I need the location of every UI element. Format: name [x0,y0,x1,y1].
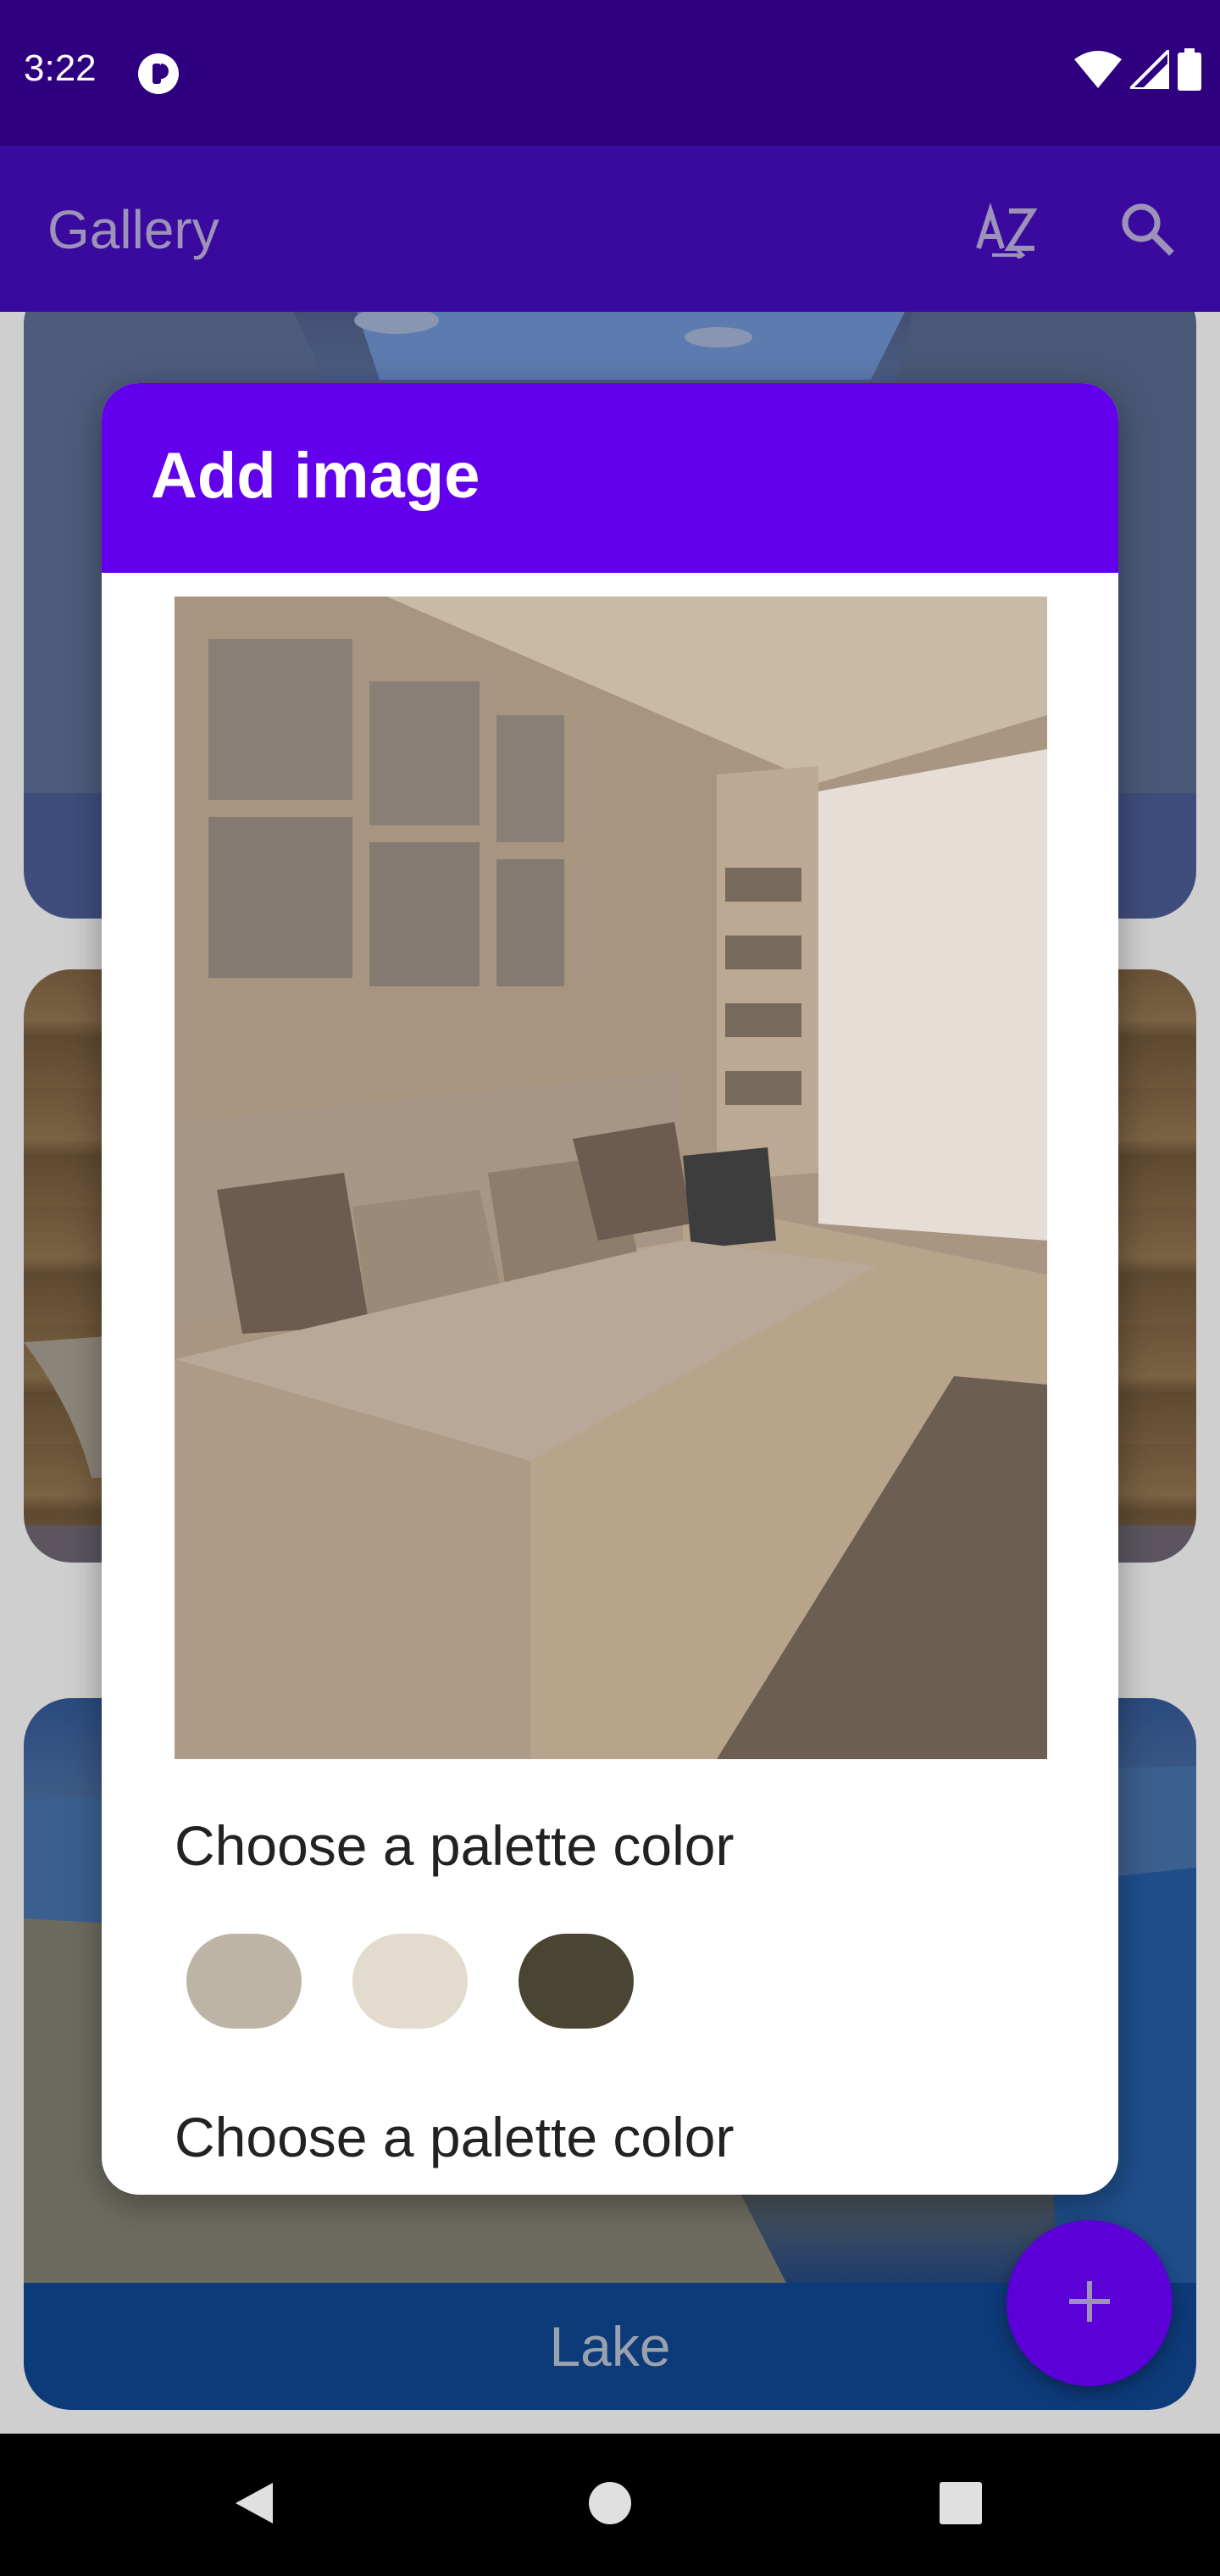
recents-button[interactable] [918,2462,1003,2547]
wifi-icon [1074,50,1122,92]
search-button[interactable] [1106,190,1188,271]
app-bar: Gallery [0,146,1220,312]
home-icon [586,2479,634,2531]
signal-icon [1126,45,1171,93]
status-time: 3:22 [24,47,97,89]
home-button[interactable] [568,2462,652,2547]
recents-icon [937,2479,984,2531]
system-nav-bar [0,2434,1220,2576]
dialog-header: Add image [102,383,1118,573]
palette-swatch[interactable] [518,1934,634,2029]
palette-swatches [186,1934,634,2029]
add-image-dialog: Add image Choose a palette color Choose … [102,383,1118,2195]
status-bar: 3:22 [0,0,1220,146]
app-title: Gallery [47,199,219,260]
card-label: Lake [549,2315,671,2378]
dialog-body[interactable]: Choose a palette color Choose a palette … [102,573,1118,2195]
search-icon [1119,201,1175,261]
back-icon [230,2479,278,2531]
palette-swatch[interactable] [186,1934,302,2029]
app-notification-icon [137,53,180,95]
back-button[interactable] [212,2462,297,2547]
sort-az-button[interactable] [966,190,1047,271]
palette-swatch[interactable] [352,1934,468,2029]
image-preview [175,597,1047,1759]
palette-heading: Choose a palette color [175,2106,735,2168]
dialog-title: Add image [151,440,480,512]
plus-icon [1066,2278,1113,2329]
palette-heading: Choose a palette color [175,1814,735,1877]
battery-icon [1178,47,1201,95]
add-image-fab[interactable] [1006,2220,1173,2386]
sort-az-icon [975,199,1038,263]
